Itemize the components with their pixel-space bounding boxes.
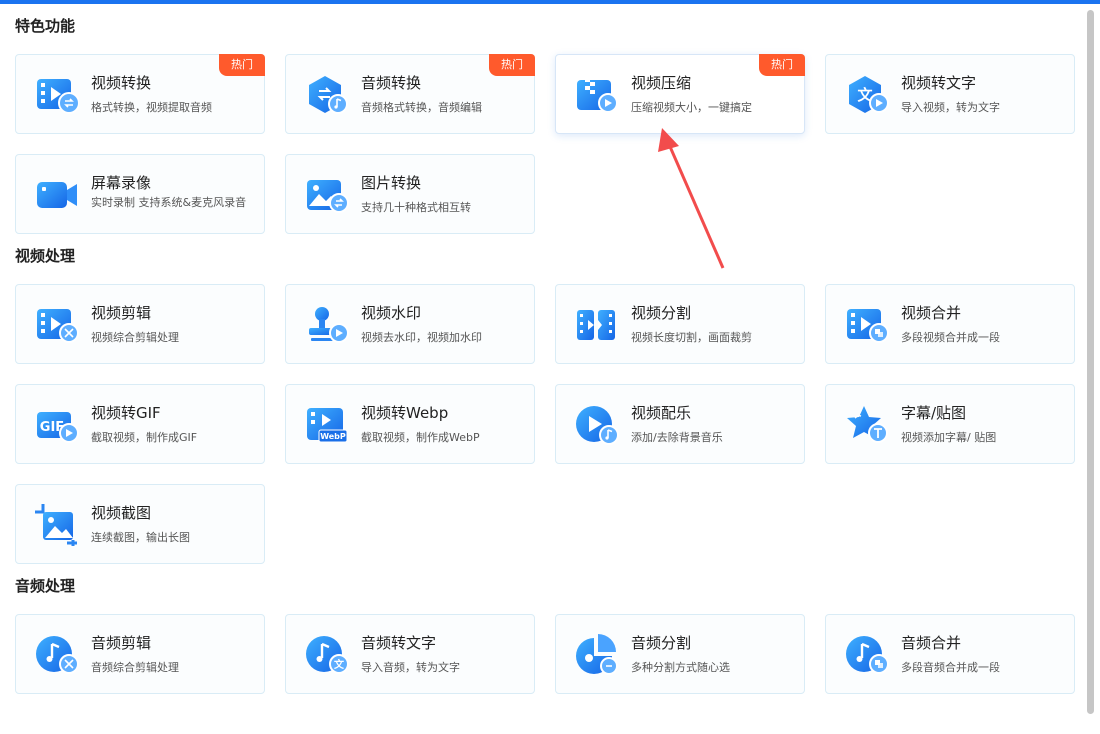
tool-card-audio-split[interactable]: 音频分割 多种分割方式随心选 [555, 614, 805, 694]
tool-desc: 实时录制 支持系统&麦克风录音 [91, 196, 247, 209]
tool-name: 音频剪辑 [91, 634, 152, 652]
audio-to-text-icon: 文 [305, 634, 349, 676]
tool-card-video-music[interactable]: 视频配乐 添加/去除背景音乐 [555, 384, 805, 464]
tool-name: 视频转GIF [91, 404, 161, 422]
tool-card-video-to-text[interactable]: 文 视频转文字 导入视频，转为文字 [825, 54, 1075, 134]
section-title-video: 视频处理 [15, 247, 76, 265]
tool-name: 视频转文字 [901, 74, 977, 92]
tool-card-video-merge[interactable]: 视频合并 多段视频合并成一段 [825, 284, 1075, 364]
tool-name: 字幕/贴图 [901, 404, 967, 422]
section-title-audio: 音频处理 [15, 577, 76, 595]
audio-convert-icon [305, 74, 349, 116]
tool-name: 视频转换 [91, 74, 152, 92]
tool-name: 音频转换 [361, 74, 422, 92]
tool-card-video-watermark[interactable]: 视频水印 视频去水印，视频加水印 [285, 284, 535, 364]
tool-card-video-screenshot[interactable]: 视频截图 连续截图，输出长图 [15, 484, 265, 564]
tool-card-video-compress[interactable]: 视频压缩 压缩视频大小，一键搞定 热门 [555, 54, 805, 134]
tool-desc: 音频综合剪辑处理 [91, 661, 179, 674]
subtitle-sticker-icon [845, 404, 889, 446]
tool-card-audio-merge[interactable]: 音频合并 多段音频合并成一段 [825, 614, 1075, 694]
hot-badge: 热门 [759, 54, 805, 76]
icon-text-glyph: 文 [334, 658, 345, 671]
tool-desc: 连续截图，输出长图 [91, 531, 190, 544]
video-to-text-icon: 文 [845, 74, 889, 116]
tool-name: 视频转Webp [361, 404, 449, 422]
screen-record-icon [35, 174, 79, 216]
tool-desc: 多段音频合并成一段 [901, 661, 1000, 674]
tool-name: 屏幕录像 [91, 174, 152, 192]
tool-desc: 音频格式转换，音频编辑 [361, 101, 482, 114]
tool-desc: 导入视频，转为文字 [901, 101, 1000, 114]
tool-card-audio-convert[interactable]: 音频转换 音频格式转换，音频编辑 热门 [285, 54, 535, 134]
video-music-icon [575, 404, 619, 446]
tool-desc: 导入音频，转为文字 [361, 661, 460, 674]
tool-desc: 视频综合剪辑处理 [91, 331, 179, 344]
tool-desc: 压缩视频大小，一键搞定 [631, 101, 752, 114]
tool-desc: 截取视频，制作成WebP [361, 431, 480, 444]
tool-name: 音频转文字 [361, 634, 437, 652]
hot-badge: 热门 [219, 54, 265, 76]
tool-name: 音频分割 [631, 634, 692, 652]
tool-card-audio-to-text[interactable]: 文 音频转文字 导入音频，转为文字 [285, 614, 535, 694]
tool-card-video-edit[interactable]: 视频剪辑 视频综合剪辑处理 [15, 284, 265, 364]
video-edit-icon [35, 304, 79, 346]
tool-desc: 视频添加字幕/ 贴图 [901, 431, 997, 444]
video-compress-icon [575, 74, 619, 116]
tool-name: 视频分割 [631, 304, 692, 322]
tool-desc: 添加/去除背景音乐 [631, 431, 723, 444]
tool-card-video-convert[interactable]: 视频转换 格式转换，视频提取音频 热门 [15, 54, 265, 134]
tool-desc: 多种分割方式随心选 [631, 661, 730, 674]
video-watermark-icon [305, 304, 349, 346]
tool-name: 音频合并 [901, 634, 962, 652]
tool-card-audio-edit[interactable]: 音频剪辑 音频综合剪辑处理 [15, 614, 265, 694]
tool-desc: 格式转换，视频提取音频 [91, 101, 212, 114]
tool-desc: 多段视频合并成一段 [901, 331, 1000, 344]
hot-badge: 热门 [489, 54, 535, 76]
video-merge-icon [845, 304, 889, 346]
tool-desc: 视频长度切割，画面裁剪 [631, 331, 752, 344]
video-to-webp-icon: WebP [305, 404, 349, 446]
video-convert-icon [35, 74, 80, 116]
video-screenshot-icon [35, 504, 79, 546]
icon-webp-text: WebP [320, 432, 346, 441]
tool-desc: 截取视频，制作成GIF [91, 431, 198, 444]
audio-merge-icon [845, 634, 889, 676]
audio-split-icon [575, 634, 619, 676]
tool-desc: 支持几十种格式相互转 [361, 201, 471, 214]
tool-name: 视频压缩 [631, 74, 692, 92]
audio-edit-icon [35, 634, 79, 676]
tool-desc: 视频去水印，视频加水印 [361, 331, 482, 344]
tool-card-subtitle-sticker[interactable]: 字幕/贴图 视频添加字幕/ 贴图 [825, 384, 1075, 464]
video-to-gif-icon: GIF [35, 404, 79, 446]
tool-name: 图片转换 [361, 174, 422, 192]
tool-name: 视频剪辑 [91, 304, 152, 322]
vertical-scrollbar[interactable] [1087, 10, 1094, 714]
tool-card-image-convert[interactable]: 图片转换 支持几十种格式相互转 [285, 154, 535, 234]
section-title-featured: 特色功能 [15, 17, 76, 35]
tool-card-screen-record[interactable]: 屏幕录像 实时录制 支持系统&麦克风录音 [15, 154, 265, 234]
tool-name: 视频合并 [901, 304, 962, 322]
top-accent-bar [0, 0, 1100, 4]
tool-card-video-to-webp[interactable]: WebP 视频转Webp 截取视频，制作成WebP [285, 384, 535, 464]
tool-name: 视频水印 [361, 304, 422, 322]
tool-card-video-split[interactable]: 视频分割 视频长度切割，画面裁剪 [555, 284, 805, 364]
tool-name: 视频截图 [91, 504, 152, 522]
tool-name: 视频配乐 [631, 404, 692, 422]
image-convert-icon [305, 174, 349, 216]
tool-card-video-to-gif[interactable]: GIF 视频转GIF 截取视频，制作成GIF [15, 384, 265, 464]
video-split-icon [575, 304, 619, 346]
